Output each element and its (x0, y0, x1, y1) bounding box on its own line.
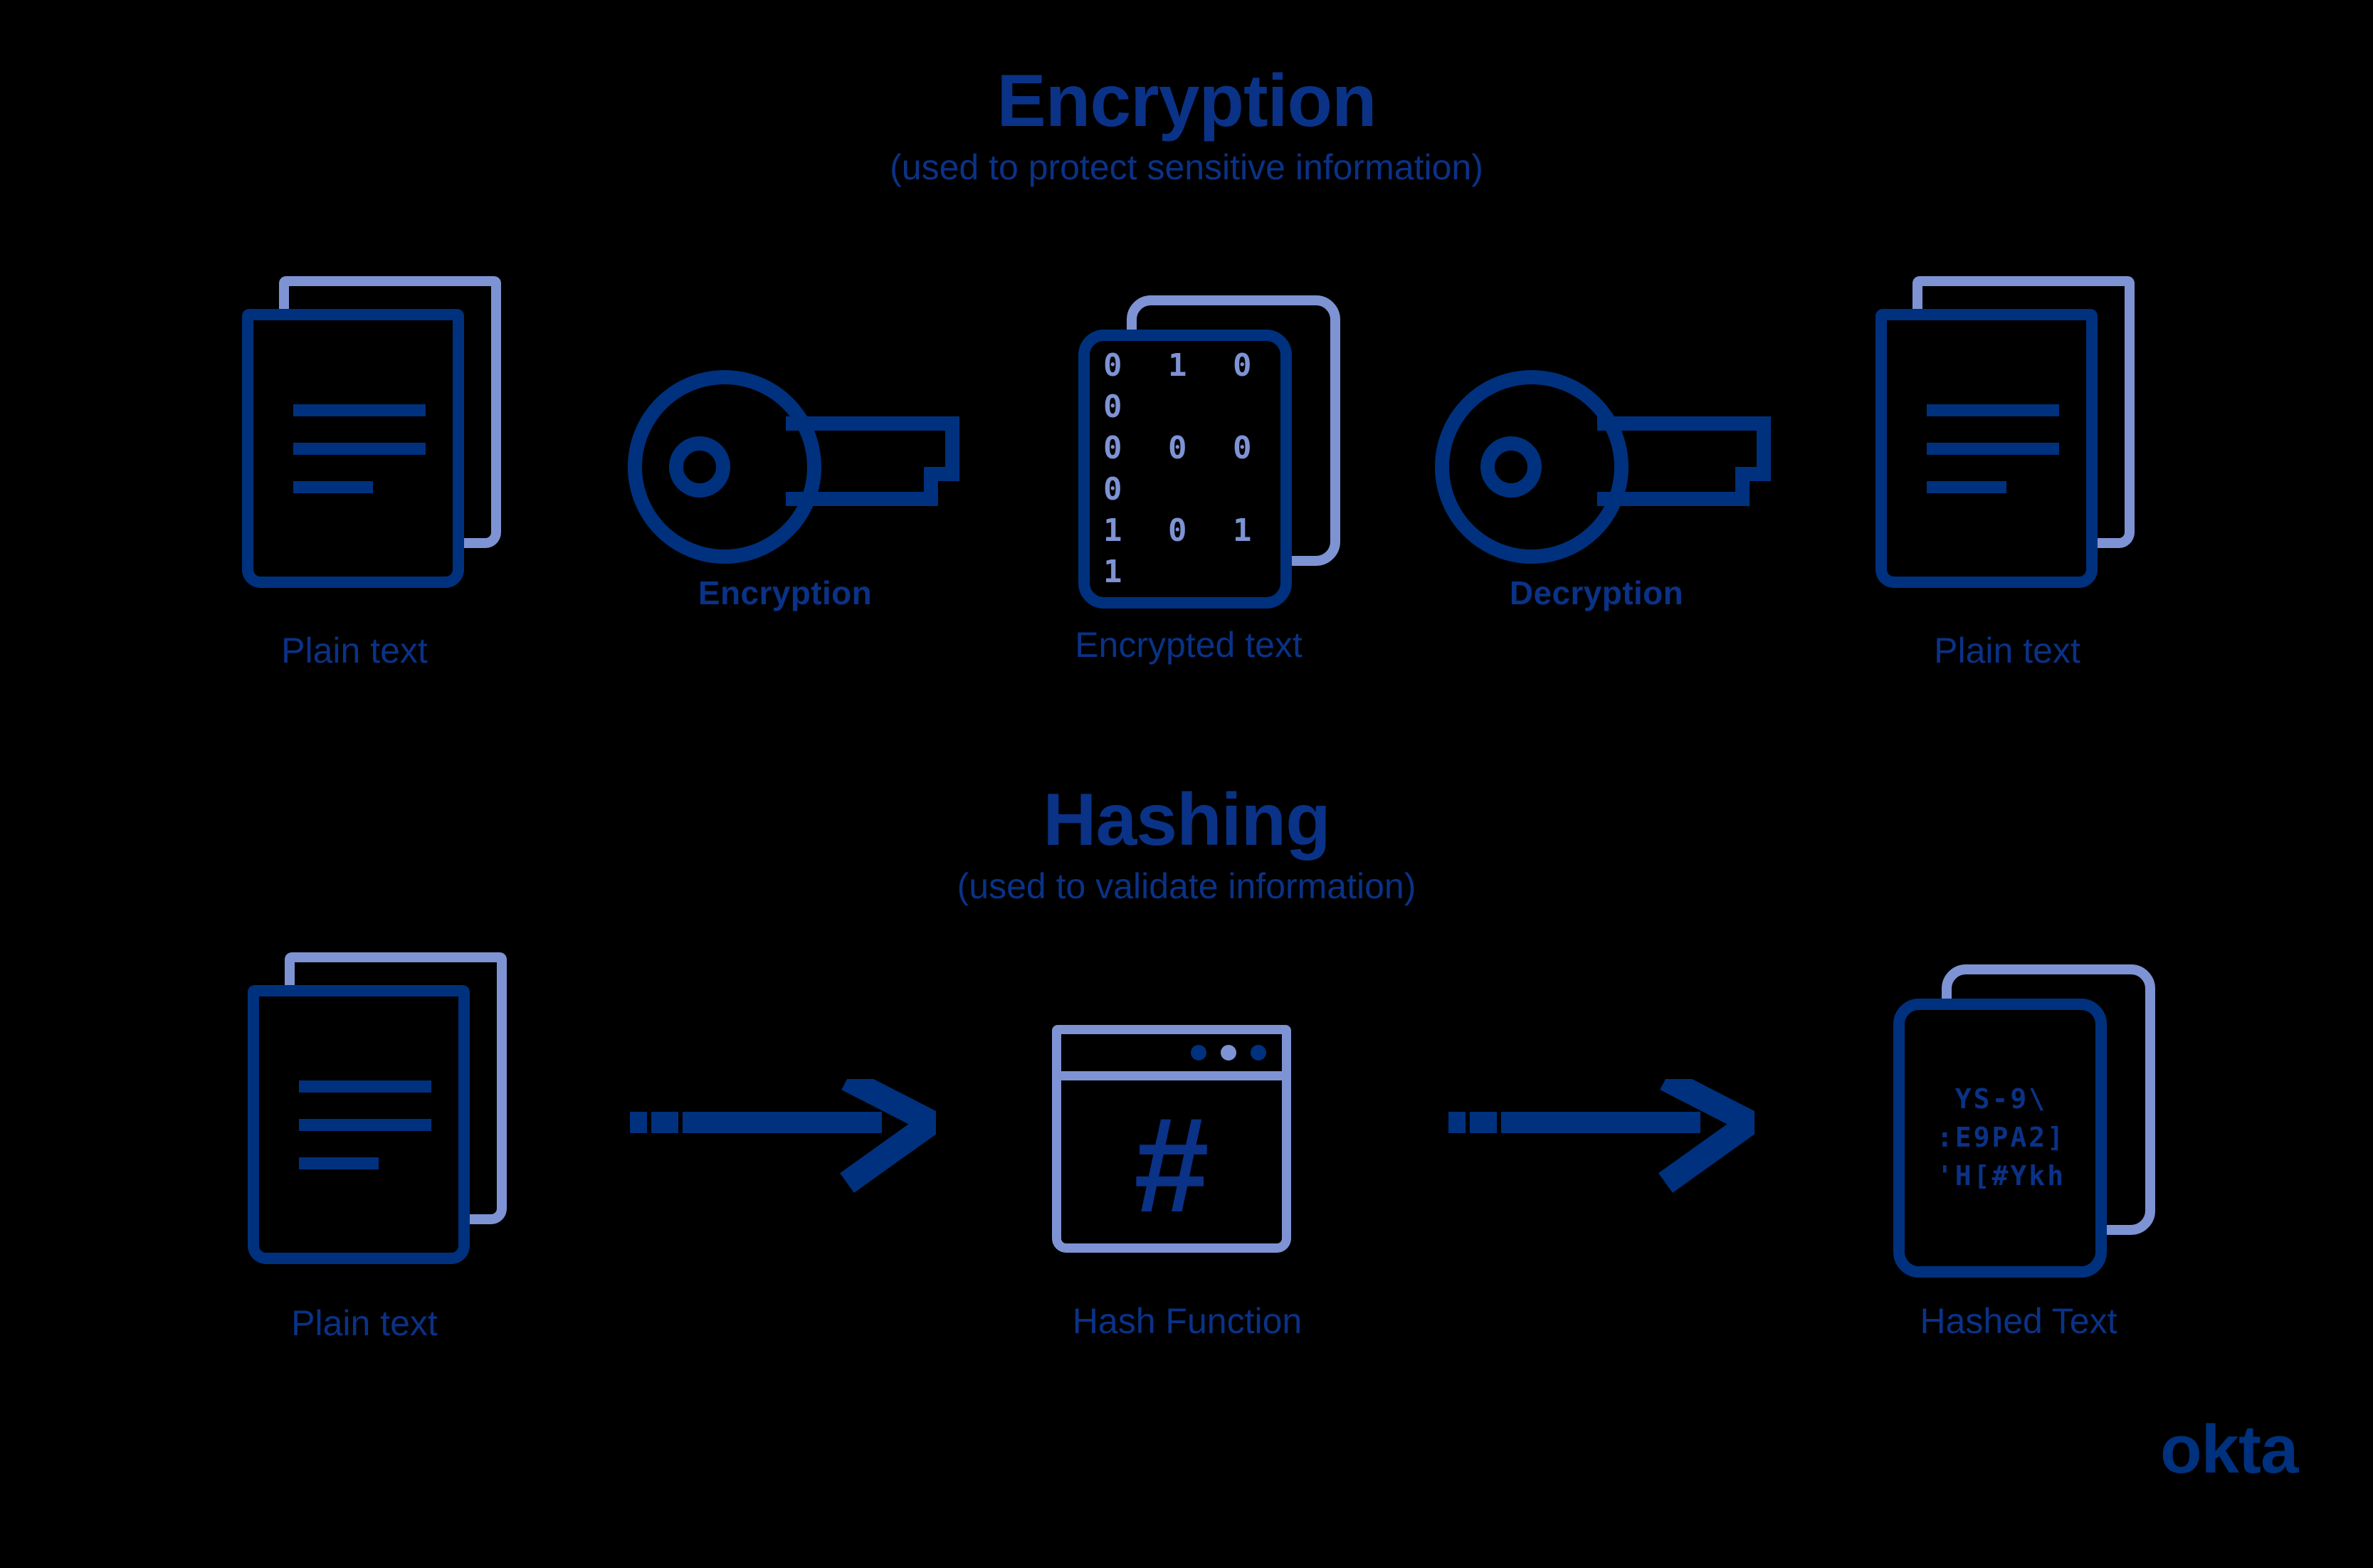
binary-row: 0 1 0 0 (1103, 347, 1266, 425)
hash-glyph: # (1134, 1089, 1209, 1241)
caption-hashed-text: Hashed Text (1920, 1301, 2117, 1341)
document-icon (248, 952, 532, 1266)
hash-text-row: 'H[#Ykh (1936, 1159, 2066, 1191)
hash-window-titlebar (1061, 1034, 1282, 1080)
window-dot-icon (1251, 1045, 1266, 1061)
document-text-line (299, 1080, 431, 1093)
document-front-sheet (1875, 309, 2098, 588)
document-text-line (299, 1119, 431, 1131)
document-front-sheet (242, 309, 464, 588)
document-text-line (293, 404, 426, 416)
binary-row: 0 0 0 0 (1103, 429, 1266, 507)
encrypted-card-front: 0 1 0 0 0 0 0 0 1 0 1 1 (1078, 330, 1292, 609)
caption-encrypted-text: Encrypted text (1075, 625, 1303, 665)
document-text-line (293, 443, 426, 455)
caption-plain-text-hash-in: Plain text (291, 1303, 438, 1343)
document-text-line (1927, 443, 2059, 455)
encryption-subtitle: (used to protect sensitive information) (890, 147, 1483, 188)
caption-encryption-key: Encryption (698, 574, 873, 611)
dashed-arrow-right-icon (630, 1068, 955, 1225)
hashed-card-icon: YS-9\ :E9PA2] 'H[#Ykh (1893, 964, 2178, 1278)
encrypted-card-icon: 0 1 0 0 0 0 0 0 1 0 1 1 (1078, 295, 1363, 609)
document-text-line (299, 1157, 379, 1169)
hashing-subtitle: (used to validate information) (957, 866, 1416, 907)
caption-plain-text-out: Plain text (1934, 631, 2080, 670)
document-front-sheet (248, 985, 470, 1264)
hash-window-icon: # (1052, 1025, 1291, 1253)
encryption-title: Encryption (996, 60, 1377, 142)
key-icon (1429, 364, 1785, 582)
caption-hash-function: Hash Function (1072, 1301, 1303, 1341)
caption-plain-text-in: Plain text (281, 631, 428, 670)
document-icon (242, 276, 527, 589)
dashed-arrow-right-icon-svg (1448, 1068, 1774, 1193)
document-text-line (293, 481, 373, 493)
hash-text-row: :E9PA2] (1936, 1122, 2066, 1154)
caption-decryption-key: Decryption (1509, 574, 1684, 611)
dashed-arrow-right-icon (1448, 1068, 1774, 1225)
okta-logo: okta (2160, 1411, 2298, 1488)
window-dot-icon (1221, 1045, 1236, 1061)
hashing-title: Hashing (1043, 779, 1330, 861)
hashing-section-header: Hashing (used to validate information) (0, 779, 2373, 907)
key-icon-svg (628, 369, 959, 564)
document-icon (1875, 276, 2160, 589)
encryption-section-header: Encryption (used to protect sensitive in… (0, 60, 2373, 189)
key-icon (618, 364, 974, 582)
key-icon-svg (1435, 370, 1771, 564)
dashed-arrow-right-icon-svg (630, 1068, 955, 1193)
window-dot-icon (1191, 1045, 1206, 1061)
document-text-line (1927, 481, 2006, 493)
binary-row: 1 0 1 1 (1103, 512, 1266, 591)
hashed-card-front: YS-9\ :E9PA2] 'H[#Ykh (1893, 999, 2107, 1278)
document-text-line (1927, 404, 2059, 416)
hash-text-row: YS-9\ (1954, 1083, 2048, 1115)
